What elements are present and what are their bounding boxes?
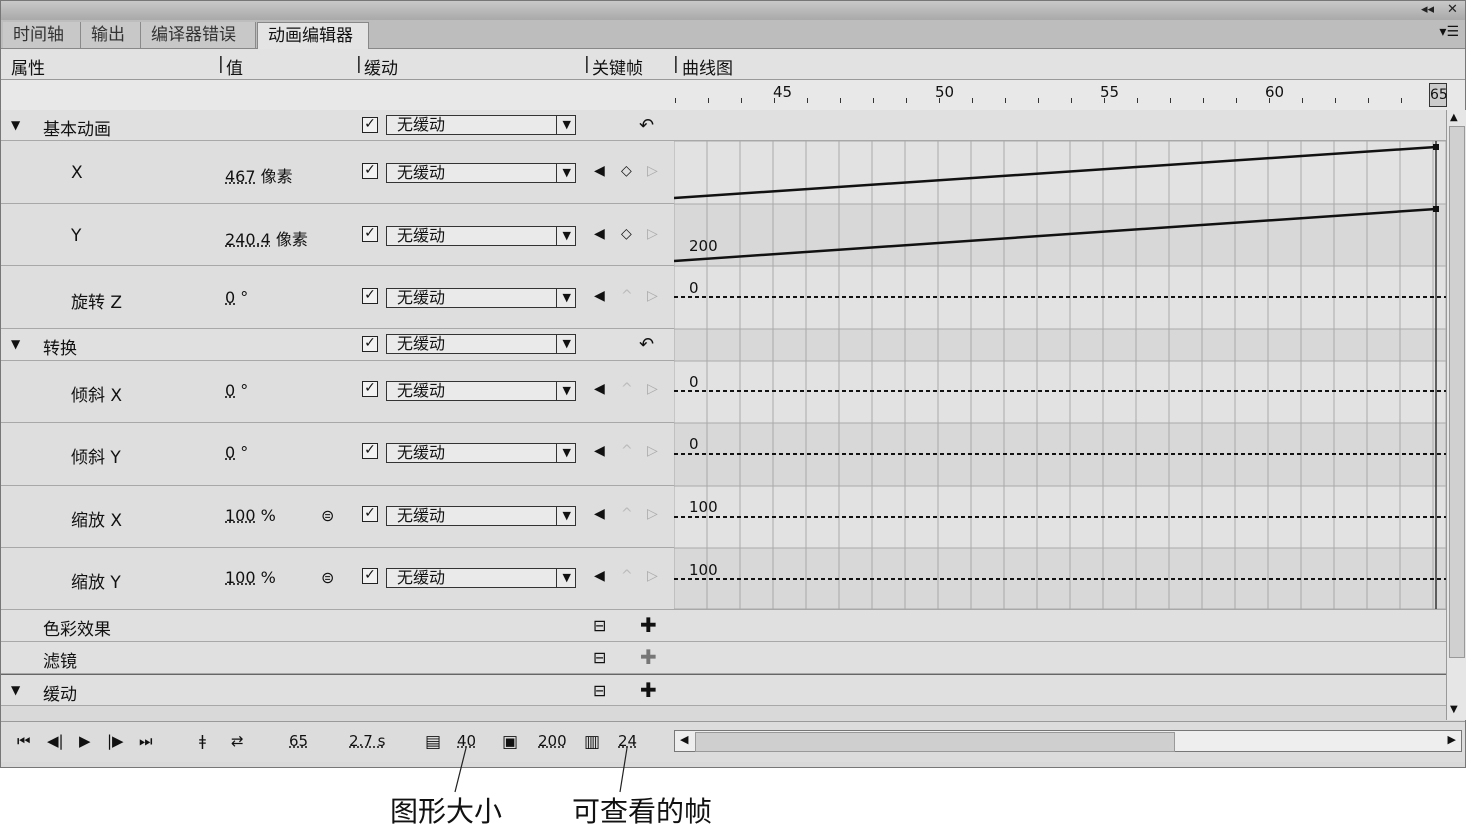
caption-graph-size: 图形大小 xyxy=(390,795,503,828)
caption-viewable-frames: 可查看的帧 xyxy=(572,795,713,828)
callout-lines xyxy=(454,747,628,793)
